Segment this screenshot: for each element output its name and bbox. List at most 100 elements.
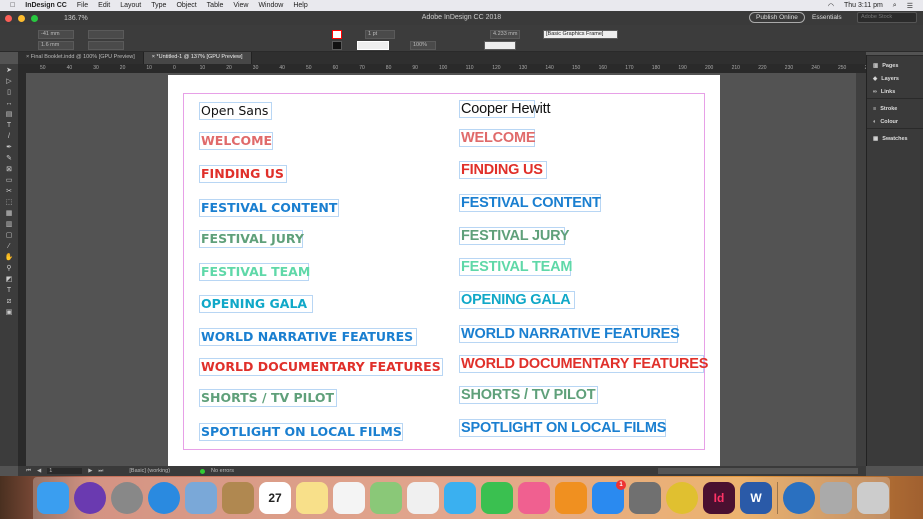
app-store-icon[interactable]: 1 xyxy=(592,480,626,514)
direct-selection-tool-icon[interactable]: ▷ xyxy=(4,78,14,86)
photo-browser-icon[interactable] xyxy=(820,482,852,514)
heading-text-frame[interactable]: WELCOME xyxy=(199,132,273,150)
heading-text-frame[interactable]: SPOTLIGHT ON LOCAL FILMS xyxy=(459,419,666,437)
menu-edit[interactable]: Edit xyxy=(98,2,110,9)
globe-icon[interactable] xyxy=(783,482,815,514)
trash-icon[interactable] xyxy=(857,482,889,514)
formatting-icon[interactable]: T xyxy=(4,287,14,295)
heading-text-frame[interactable]: FINDING US xyxy=(459,161,547,179)
scale-field[interactable]: 100% xyxy=(410,41,436,50)
tab-final-booklet[interactable]: × Final Booklet.indd @ 100% [GPU Preview… xyxy=(18,52,144,64)
offset-field[interactable]: 4.233 mm xyxy=(490,30,520,39)
ibooks-icon[interactable] xyxy=(555,482,587,514)
scissors-tool-icon[interactable]: ✂ xyxy=(4,188,14,196)
finder-icon[interactable] xyxy=(37,482,69,514)
menu-layout[interactable]: Layout xyxy=(120,2,141,9)
y-field[interactable]: 1.6 mm xyxy=(38,41,74,50)
stroke-weight-field[interactable]: 1 pt xyxy=(365,30,395,39)
reminders-icon[interactable] xyxy=(333,482,365,514)
contacts-icon[interactable] xyxy=(222,482,254,514)
screen-mode-icon[interactable]: ▣ xyxy=(4,309,14,317)
preflight-profile[interactable]: [Basic] (working) xyxy=(129,468,170,474)
apple-icon[interactable]:  xyxy=(10,2,15,9)
workspace-dropdown[interactable]: Essentials xyxy=(812,14,842,21)
heading-text-frame[interactable]: FESTIVAL TEAM xyxy=(199,263,310,281)
panel-swatches[interactable]: ▦ Swatches xyxy=(867,132,923,145)
heading-text-frame[interactable]: FESTIVAL JURY xyxy=(199,230,304,248)
free-transform-tool-icon[interactable]: ⬚ xyxy=(4,199,14,207)
heading-text-frame[interactable]: FESTIVAL CONTENT xyxy=(199,199,339,217)
next-page-button[interactable]: ▶ xyxy=(88,468,92,474)
heading-text-frame[interactable]: SHORTS / TV PILOT xyxy=(199,389,337,407)
photos-icon[interactable] xyxy=(407,482,439,514)
itunes-icon[interactable] xyxy=(518,482,550,514)
heading-text-frame[interactable]: WORLD NARRATIVE FEATURES xyxy=(199,328,417,346)
prev-page-button[interactable]: ◀ xyxy=(37,468,41,474)
indesign-icon[interactable]: Id xyxy=(703,482,735,514)
facetime-icon[interactable] xyxy=(481,482,513,514)
hand-tool-icon[interactable]: ✋ xyxy=(4,254,14,262)
panel-links[interactable]: ∞ Links xyxy=(867,85,923,98)
heading-text-frame[interactable]: WORLD DOCUMENTARY FEATURES xyxy=(459,355,708,373)
panel-pages[interactable]: ▥ Pages xyxy=(867,59,923,72)
page-tool-icon[interactable]: ▯ xyxy=(4,89,14,97)
clock[interactable]: Thu 3:11 pm xyxy=(844,2,883,10)
preflight-errors[interactable]: No errors xyxy=(211,468,234,474)
zoom-window-button[interactable] xyxy=(31,14,38,22)
page-number-field[interactable]: 1 xyxy=(47,468,83,474)
menu-help[interactable]: Help xyxy=(293,2,307,9)
notes-icon[interactable] xyxy=(296,482,328,514)
mail-icon[interactable] xyxy=(185,482,217,514)
spotlight-icon[interactable]: ⌕ xyxy=(893,2,897,10)
gradient-tool-icon[interactable]: ▦ xyxy=(4,210,14,218)
menu-object[interactable]: Object xyxy=(176,2,196,9)
heading-text-frame[interactable]: OPENING GALA xyxy=(459,291,575,309)
launchpad-icon[interactable] xyxy=(111,482,143,514)
menu-view[interactable]: View xyxy=(233,2,248,9)
font-label[interactable]: Cooper Hewitt xyxy=(459,100,550,118)
font-label[interactable]: Open Sans xyxy=(199,102,272,120)
rectangle-tool-icon[interactable]: ▭ xyxy=(4,177,14,185)
system-preferences-icon[interactable] xyxy=(629,482,661,514)
chrome-icon[interactable] xyxy=(666,482,698,514)
zoom-level[interactable]: 136.7% xyxy=(64,15,88,22)
object-style-dropdown[interactable]: [Basic Graphics Frame] xyxy=(543,30,618,39)
note-tool-icon[interactable]: ▢ xyxy=(4,232,14,240)
gap-tool-icon[interactable]: ↔ xyxy=(4,100,14,108)
menu-app[interactable]: InDesign CC xyxy=(25,2,67,9)
menu-window[interactable]: Window xyxy=(258,2,283,9)
apply-none-icon[interactable]: ⧄ xyxy=(4,298,14,306)
panel-layers[interactable]: ◈ Layers xyxy=(867,72,923,85)
type-tool-icon[interactable]: T xyxy=(4,122,14,130)
heading-text-frame[interactable]: FESTIVAL JURY xyxy=(459,227,570,245)
panel-stroke[interactable]: ≡ Stroke xyxy=(867,102,923,115)
panel-colour[interactable]: ◐ Colour xyxy=(867,115,923,128)
menu-file[interactable]: File xyxy=(77,2,88,9)
heading-text-frame[interactable]: OPENING GALA xyxy=(199,295,313,313)
heading-text-frame[interactable]: FESTIVAL CONTENT xyxy=(459,194,601,212)
adobe-stock-search[interactable]: Adobe Stock xyxy=(857,12,917,23)
heading-text-frame[interactable]: WORLD DOCUMENTARY FEATURES xyxy=(199,358,443,376)
notification-icon[interactable]: ☰ xyxy=(907,2,913,10)
fill-swatch[interactable] xyxy=(332,30,342,39)
eyedropper-tool-icon[interactable]: ⁄ xyxy=(4,243,14,251)
siri-icon[interactable] xyxy=(74,482,106,514)
menu-type[interactable]: Type xyxy=(151,2,166,9)
stroke-type[interactable] xyxy=(357,41,389,50)
publish-online-button[interactable]: Publish Online xyxy=(749,12,805,23)
selection-tool-icon[interactable]: ➤ xyxy=(4,67,14,75)
last-page-button[interactable]: ⏭ xyxy=(98,468,103,475)
wifi-icon[interactable]: ◠ xyxy=(828,2,834,10)
calendar-icon[interactable]: 27 xyxy=(259,482,291,514)
gradient-feather-icon[interactable]: ▥ xyxy=(4,221,14,229)
heading-text-frame[interactable]: WELCOME xyxy=(459,129,536,147)
tab-untitled-1[interactable]: × *Untitled-1 @ 137% [GPU Preview] xyxy=(143,52,252,64)
heading-text-frame[interactable]: WORLD NARRATIVE FEATURES xyxy=(459,325,680,343)
close-window-button[interactable] xyxy=(5,14,12,22)
corner-shape[interactable] xyxy=(484,41,516,50)
zoom-tool-icon[interactable]: ⚲ xyxy=(4,265,14,273)
width-field[interactable] xyxy=(88,30,124,39)
minimize-window-button[interactable] xyxy=(18,14,25,22)
first-page-button[interactable]: ⏮ xyxy=(26,468,31,475)
line-tool-icon[interactable]: / xyxy=(4,133,14,141)
